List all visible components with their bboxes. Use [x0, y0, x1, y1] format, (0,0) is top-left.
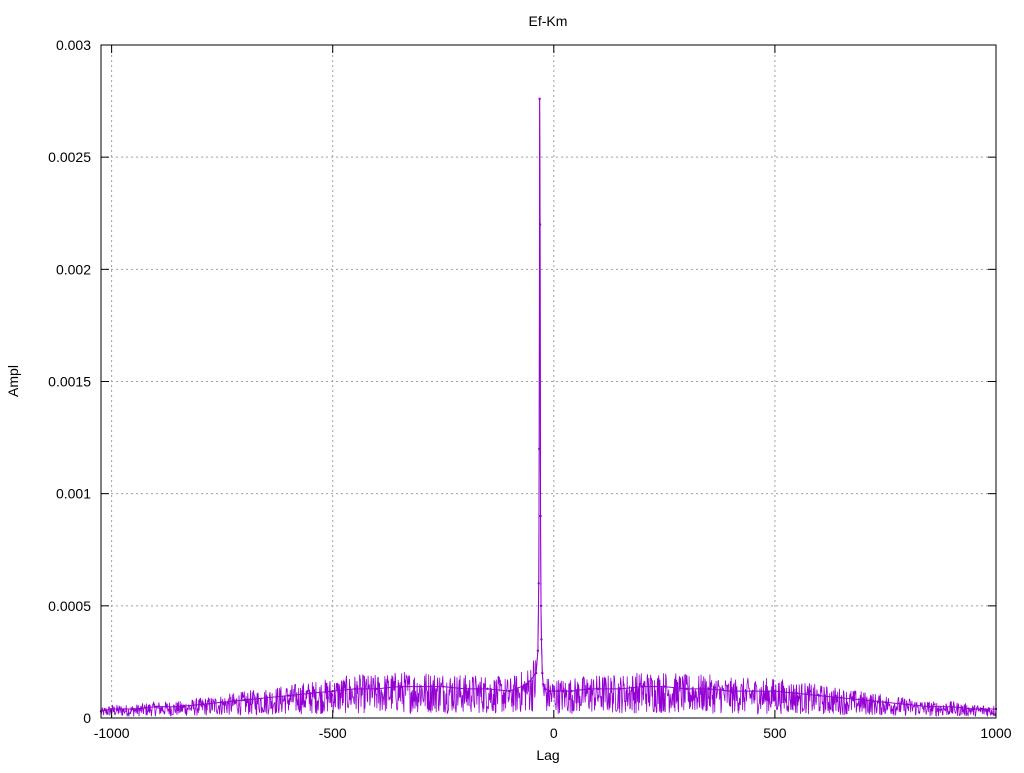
data-point: [538, 223, 542, 226]
data-point: [397, 685, 401, 688]
data-point: [552, 689, 556, 693]
y-tick-label: 0.002: [56, 261, 91, 277]
y-tick-label: 0.0005: [48, 598, 91, 614]
data-point: [132, 707, 135, 711]
chart-container: -1000 -500 0 500 1000 0 0.0005 0.001 0.0015 0.002…: [0, 0, 1024, 768]
data-point: [419, 685, 423, 688]
data-point: [287, 694, 290, 697]
y-axis-label: Ampl: [5, 365, 21, 397]
data-point: [220, 701, 224, 704]
data-point: [557, 689, 560, 693]
data-point: [539, 514, 542, 518]
data-point: [541, 671, 544, 675]
data-point: [537, 582, 540, 585]
data-point: [353, 687, 357, 691]
data-point: [596, 687, 600, 691]
data-point: [526, 683, 529, 686]
data-point: [663, 685, 666, 688]
data-point: [543, 687, 547, 691]
data-point: [375, 687, 379, 691]
data-point: [176, 705, 180, 708]
data-point: [729, 689, 732, 693]
data-point: [795, 692, 799, 695]
data-point: [707, 687, 710, 691]
data-point: [862, 698, 865, 702]
data-point: [548, 689, 551, 693]
y-tick-label: 0.0015: [48, 374, 91, 390]
data-point: [331, 689, 334, 693]
data-point: [641, 685, 644, 688]
data-point: [540, 638, 543, 641]
data-point: [538, 97, 541, 101]
series-layer: [99, 97, 998, 717]
data-point: [534, 671, 538, 675]
data-point: [154, 705, 158, 708]
data-point: [538, 447, 541, 450]
data-point: [265, 696, 268, 700]
data-point: [751, 689, 754, 693]
data-point: [243, 698, 246, 702]
data-point: [561, 689, 564, 693]
data-point: [536, 649, 540, 652]
chart-svg: -1000 -500 0 500 1000 0 0.0005 0.001 0.0015 0.002…: [5, 13, 1012, 763]
tick-label-layer: -1000 -500 0 500 1000 0 0.0005 0.001 0.0015 0.002…: [48, 37, 1012, 741]
y-tick-label: 0.001: [56, 486, 91, 502]
data-point: [508, 689, 511, 693]
y-tick-label: 0: [83, 710, 91, 726]
data-point: [198, 703, 202, 706]
data-point: [539, 604, 543, 608]
data-point: [773, 689, 777, 693]
x-tick-label: 500: [763, 725, 787, 741]
data-point: [884, 701, 887, 704]
data-point: [685, 687, 688, 691]
data-point: [541, 683, 545, 686]
x-tick-label: -500: [319, 725, 347, 741]
data-point: [840, 696, 843, 700]
data-point: [618, 687, 622, 691]
y-tick-label: 0.003: [56, 37, 91, 53]
chart-title: Ef-Km: [529, 13, 568, 29]
x-tick-label: -1000: [94, 725, 130, 741]
data-point: [817, 694, 821, 697]
data-point: [587, 687, 591, 691]
series-line: [100, 98, 996, 712]
data-point: [442, 685, 445, 688]
x-tick-label: 1000: [980, 725, 1011, 741]
data-point: [309, 692, 312, 695]
series-trace: [100, 98, 997, 717]
x-tick-label: 0: [550, 725, 558, 741]
y-tick-label: 0.0025: [48, 149, 91, 165]
x-axis-label: Lag: [536, 747, 559, 763]
data-point: [928, 705, 931, 708]
data-point: [950, 705, 953, 708]
data-point: [972, 707, 976, 711]
data-point: [464, 687, 467, 691]
data-point: [110, 707, 113, 711]
grid-layer: [101, 44, 997, 719]
data-point: [486, 687, 489, 691]
data-point: [906, 703, 909, 706]
data-point: [570, 689, 573, 693]
